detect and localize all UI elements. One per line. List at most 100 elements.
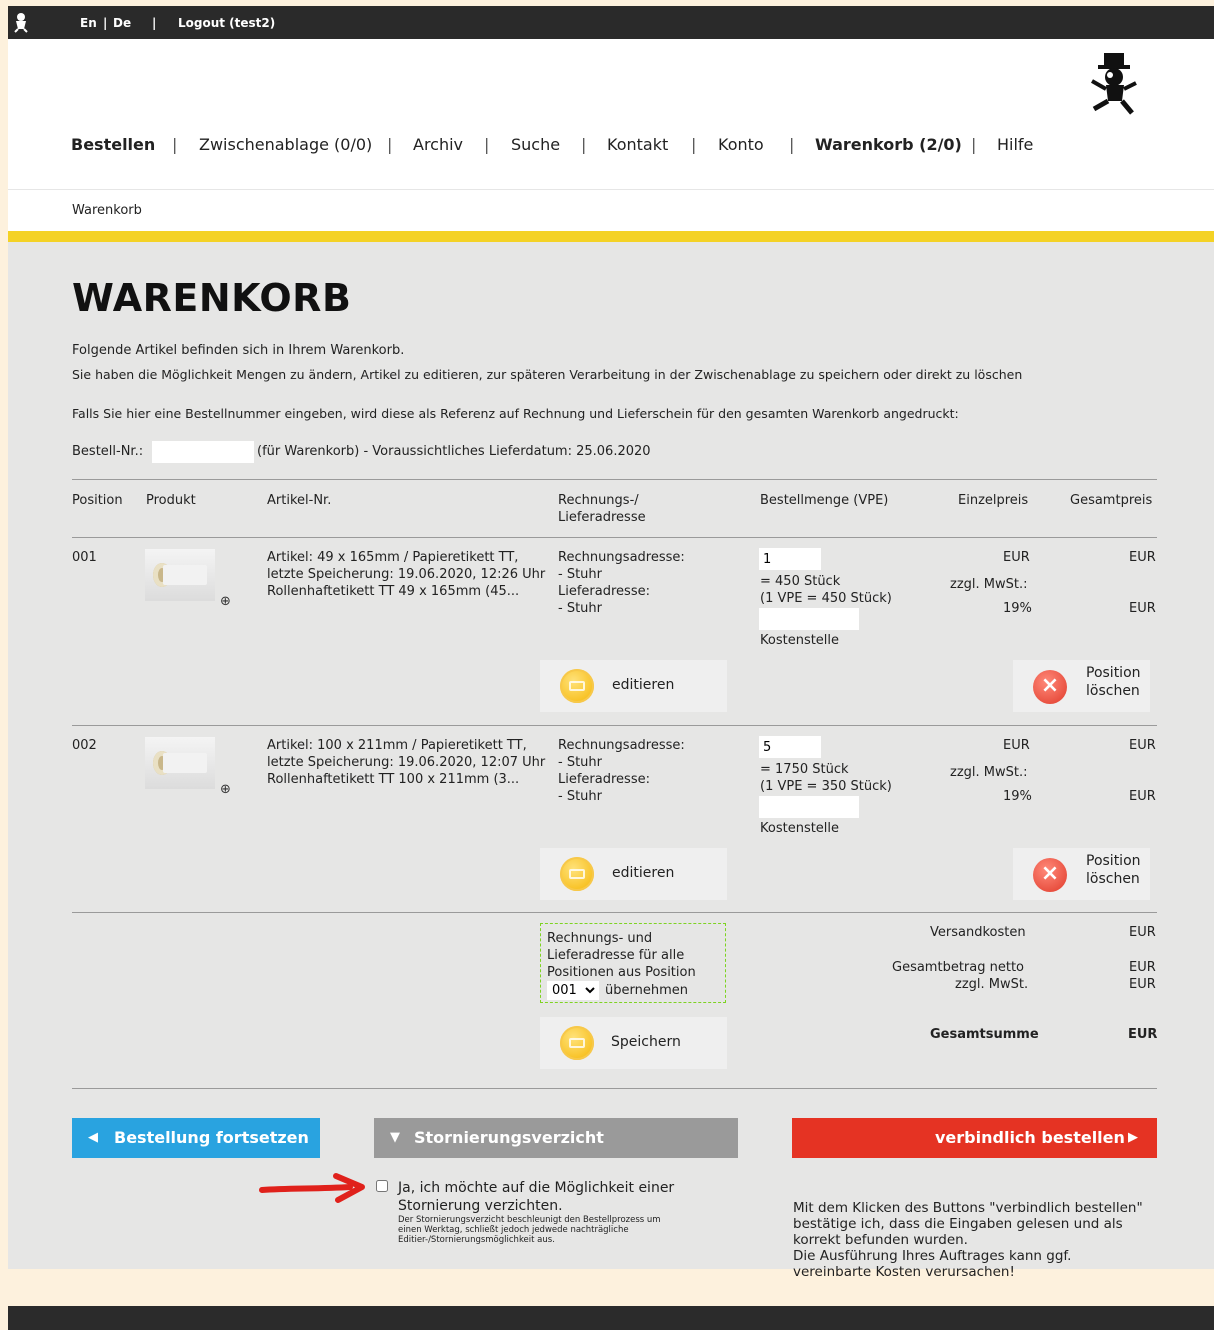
zoom-icon[interactable]: ⊕ [220, 594, 231, 609]
cancellation-waiver-checkbox[interactable] [376, 1180, 388, 1192]
pieces-text: = 450 Stück [760, 574, 841, 589]
nav-bestellen[interactable]: Bestellen [71, 135, 155, 154]
cancellation-waiver-toggle[interactable]: ▼ Stornierungsverzicht [374, 1118, 738, 1158]
arrow-left-icon: ◀ [88, 1130, 98, 1145]
vat-total-currency: EUR [1129, 977, 1156, 992]
intro-text: Folgende Artikel befinden sich in Ihrem … [72, 343, 405, 358]
nav-suche[interactable]: Suche [511, 135, 560, 154]
article-info: letzte Speicherung: 19.06.2020, 12:07 Uh… [267, 755, 546, 770]
delivery-date-text: (für Warenkorb) - Voraussichtliches Lief… [257, 444, 651, 459]
copy-address-text: übernehmen [605, 983, 688, 998]
breadcrumb-item[interactable]: Warenkorb [72, 202, 142, 219]
copy-address-position-select[interactable]: 001 [547, 981, 599, 1000]
billing-value: - Stuhr [558, 567, 602, 582]
arrow-down-icon: ▼ [390, 1130, 400, 1145]
vat-label: zzgl. MwSt.: [950, 577, 1028, 592]
article-info: letzte Speicherung: 19.06.2020, 12:26 Uh… [267, 567, 546, 582]
delivery-label: Lieferadresse: [558, 772, 650, 787]
nav-separator: | [971, 135, 977, 154]
mascot-logo-icon[interactable] [1086, 51, 1142, 121]
delete-position-button[interactable]: × Position löschen [1013, 848, 1150, 900]
order-number-label: Bestell-Nr.: [72, 444, 144, 459]
arrow-right-icon: ▶ [1128, 1130, 1138, 1145]
pieces-text: = 1750 Stück [760, 762, 849, 777]
header-total-price: Gesamtpreis [1070, 493, 1153, 508]
header-article-no: Artikel-Nr. [267, 493, 332, 508]
order-note: Die Ausführung Ihres Auftrages kann ggf. [793, 1248, 1072, 1264]
lang-de-link[interactable]: De [113, 16, 131, 30]
unit-price-currency: EUR [1003, 550, 1030, 565]
edit-label: editieren [612, 677, 675, 693]
save-button[interactable]: Speichern [540, 1017, 727, 1069]
logout-link[interactable]: Logout (test2) [178, 16, 275, 30]
topbar-separator: | [152, 16, 157, 30]
continue-order-button[interactable]: ◀ Bestellung fortsetzen [72, 1118, 320, 1158]
header-address: Lieferadresse [558, 510, 646, 525]
divider [72, 912, 1157, 913]
vat-total-label: zzgl. MwSt. [955, 977, 1029, 992]
nav-kontakt[interactable]: Kontakt [607, 135, 668, 154]
lang-separator: | [103, 16, 108, 30]
waiver-note: Der Stornierungsverzicht beschleunigt de… [398, 1215, 661, 1225]
lang-en-link[interactable]: En [80, 16, 97, 30]
net-total-label: Gesamtbetrag netto [892, 960, 1024, 975]
divider [72, 537, 1157, 538]
delete-label: Position [1086, 853, 1141, 869]
copy-address-text: Lieferadresse für alle [547, 948, 685, 963]
product-thumbnail[interactable] [145, 737, 215, 789]
footer [8, 1306, 1214, 1330]
place-order-button[interactable]: verbindlich bestellen ▶ [792, 1118, 1157, 1158]
total-price-currency: EUR [1129, 738, 1156, 753]
quantity-input[interactable] [759, 736, 821, 758]
delivery-label: Lieferadresse: [558, 584, 650, 599]
delivery-value: - Stuhr [558, 601, 602, 616]
order-note: vereinbarte Kosten verursachen! [793, 1264, 1015, 1280]
header-address: Rechnungs-/ [558, 493, 639, 508]
cost-center-input[interactable] [759, 796, 859, 818]
shipping-currency: EUR [1129, 925, 1156, 940]
vat-rate: 19% [1003, 789, 1032, 804]
edit-button[interactable]: editieren [540, 848, 727, 900]
nav-archiv[interactable]: Archiv [413, 135, 463, 154]
edit-label: editieren [612, 865, 675, 881]
nav-separator: | [172, 135, 178, 154]
nav-konto[interactable]: Konto [718, 135, 764, 154]
header-unit-price: Einzelpreis [958, 493, 1029, 508]
shipping-label: Versandkosten [930, 925, 1026, 940]
waiver-checkbox-label[interactable]: Stornierung verzichten. [398, 1198, 563, 1215]
order-note: bestätige ich, dass die Eingaben gelesen… [793, 1216, 1123, 1232]
annotation-arrow-icon [258, 1172, 370, 1210]
cost-center-label: Kostenstelle [760, 821, 840, 836]
cost-center-label: Kostenstelle [760, 633, 840, 648]
breadcrumb: Warenkorb [8, 189, 1214, 232]
product-thumbnail[interactable] [145, 549, 215, 601]
total-price-currency: EUR [1129, 550, 1156, 565]
intro-text: Sie haben die Möglichkeit Mengen zu ände… [72, 367, 1023, 382]
save-label: Speichern [611, 1034, 681, 1050]
waiver-checkbox-label[interactable]: Ja, ich möchte auf die Möglichkeit einer [398, 1180, 674, 1197]
top-bar: En | De | Logout (test2) [8, 6, 1214, 39]
page-title: WARENKORB [72, 276, 352, 320]
order-number-input[interactable] [152, 441, 254, 463]
quantity-input[interactable] [759, 548, 821, 570]
nav-warenkorb[interactable]: Warenkorb (2/0) [815, 135, 962, 154]
edit-button[interactable]: editieren [540, 660, 727, 712]
cancellation-waiver-label: Stornierungsverzicht [414, 1128, 604, 1147]
nav-zwischenablage[interactable]: Zwischenablage (0/0) [199, 135, 372, 154]
delete-label: löschen [1086, 871, 1140, 887]
article-info: Artikel: 100 x 211mm / Papieretikett TT, [267, 738, 527, 753]
waiver-note: einen Werktag, schließt jedoch jedwede n… [398, 1225, 629, 1235]
intro-text: Falls Sie hier eine Bestellnummer eingeb… [72, 406, 959, 421]
continue-order-label: Bestellung fortsetzen [114, 1128, 309, 1147]
header-product: Produkt [146, 493, 196, 508]
grand-total-label: Gesamtsumme [930, 1027, 1039, 1042]
cost-center-input[interactable] [759, 608, 859, 630]
vpe-text: (1 VPE = 350 Stück) [760, 779, 892, 794]
zoom-icon[interactable]: ⊕ [220, 782, 231, 797]
billing-label: Rechnungsadresse: [558, 550, 685, 565]
delete-position-button[interactable]: × Position löschen [1013, 660, 1150, 712]
order-note: korrekt befunden wurden. [793, 1232, 968, 1248]
main-content: WARENKORB Folgende Artikel befinden sich… [8, 242, 1214, 1280]
accent-line [8, 231, 1214, 242]
nav-hilfe[interactable]: Hilfe [997, 135, 1033, 154]
